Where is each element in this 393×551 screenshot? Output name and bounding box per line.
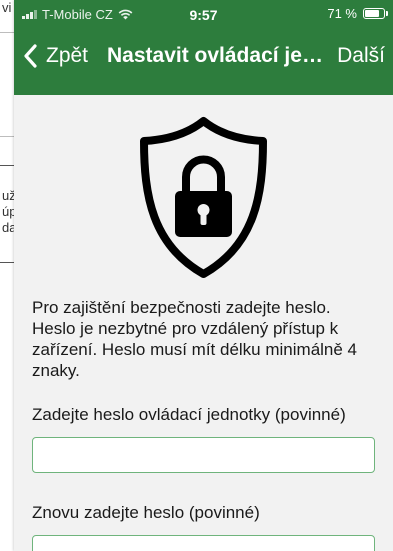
top-bar: T-Mobile CZ 9:57 71 % Zpět Nastavit ovlá… (14, 0, 393, 95)
battery-icon (363, 8, 388, 19)
navigation-bar: Zpět Nastavit ovládací jed... Další (14, 38, 393, 78)
confirm-password-label: Znovu zadejte heslo (povinné) (32, 503, 260, 522)
back-label: Zpět (46, 44, 89, 67)
security-description: Pro zajištění bezpečnosti zadejte heslo.… (32, 298, 358, 380)
bg-fragment: vi (2, 0, 12, 15)
battery-percent: 71 % (327, 6, 357, 21)
form-content: Pro zajištění bezpečnosti zadejte heslo.… (14, 115, 393, 551)
chevron-left-icon (24, 44, 37, 68)
status-bar: T-Mobile CZ 9:57 71 % (14, 0, 393, 36)
phone-screen: T-Mobile CZ 9:57 71 % Zpět Nastavit ovlá… (14, 0, 393, 551)
password-input[interactable] (32, 437, 375, 473)
next-button[interactable]: Další (337, 44, 385, 68)
confirm-password-input[interactable] (32, 535, 375, 551)
back-button[interactable]: Zpět (20, 42, 88, 70)
shield-lock-icon (140, 117, 267, 278)
password-label: Zadejte heslo ovládací jednotky (povinné… (32, 405, 346, 424)
page-title: Nastavit ovládací jed... (107, 44, 331, 67)
